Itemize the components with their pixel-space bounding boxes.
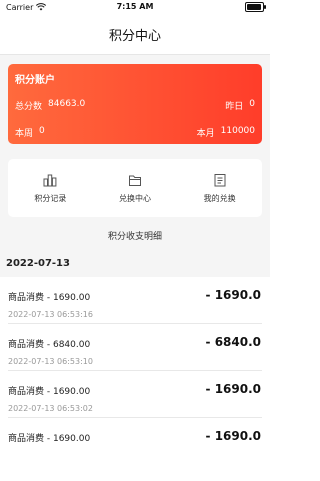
transaction-row[interactable]: 商品消费 - 1690.00 2022-07-13 06:53:16 - 169… (0, 277, 270, 324)
transaction-row[interactable]: 商品消费 - 1690.00 2022-07-13 06:53:02 - 169… (0, 371, 270, 418)
exchange-center-button[interactable]: 兑换中心 (100, 173, 170, 204)
quick-actions: 积分记录 兑换中心 我的兑换 (8, 159, 262, 217)
my-exchange-button[interactable]: 我的兑换 (185, 173, 255, 204)
total-value: 84663.0 (48, 99, 86, 109)
transaction-time: 2022-07-13 06:53:16 (8, 310, 93, 319)
week-value: 0 (39, 126, 45, 136)
status-time: 7:15 AM (116, 2, 154, 11)
exchange-center-label: 兑换中心 (118, 193, 151, 203)
month-label: 本月 (196, 129, 215, 139)
week-label: 本周 (15, 129, 34, 139)
account-title: 积分账户 (15, 75, 55, 86)
points-records-label: 积分记录 (34, 193, 67, 203)
transaction-amount: - 6840.0 (205, 335, 261, 349)
transaction-row[interactable]: 商品消费 - 6840.00 2022-07-13 06:53:10 - 684… (0, 324, 270, 371)
yesterday-label: 昨日 (225, 102, 244, 112)
nav-bar: 积分中心 (0, 14, 270, 55)
page-title: 积分中心 (108, 28, 161, 44)
account-card: 积分账户 总分数 84663.0 昨日 0 本周 0 本月 110000 (8, 64, 262, 144)
my-exchange-label: 我的兑换 (203, 193, 236, 203)
status-bar: Carrier 7:15 AM (0, 0, 270, 14)
transaction-list: 商品消费 - 1690.00 2022-07-13 06:53:16 - 169… (0, 277, 270, 481)
transaction-row[interactable]: 商品消费 - 1690.00 - 1690.0 (0, 418, 270, 465)
clipboard-icon (214, 173, 226, 186)
yesterday-value: 0 (249, 99, 255, 109)
date-group-header: 2022-07-13 (6, 258, 70, 269)
total-label: 总分数 (15, 102, 43, 112)
transaction-name: 商品消费 - 1690.00 (8, 387, 91, 397)
transaction-time: 2022-07-13 06:53:02 (8, 404, 93, 413)
chart-icon (43, 174, 57, 186)
month-value: 110000 (220, 126, 255, 136)
transaction-name: 商品消费 - 1690.00 (8, 293, 91, 303)
transaction-time: 2022-07-13 06:53:10 (8, 357, 93, 366)
main-content: 积分账户 总分数 84663.0 昨日 0 本周 0 本月 110000 积分记… (0, 55, 270, 481)
transaction-name: 商品消费 - 6840.00 (8, 340, 91, 350)
transaction-amount: - 1690.0 (205, 429, 261, 443)
transaction-name: 商品消费 - 1690.00 (8, 434, 91, 444)
section-title: 积分收支明细 (107, 232, 162, 242)
box-icon (128, 175, 141, 186)
transaction-amount: - 1690.0 (205, 288, 261, 302)
points-records-button[interactable]: 积分记录 (15, 173, 85, 204)
transaction-amount: - 1690.0 (205, 382, 261, 396)
battery-icon (245, 2, 266, 12)
